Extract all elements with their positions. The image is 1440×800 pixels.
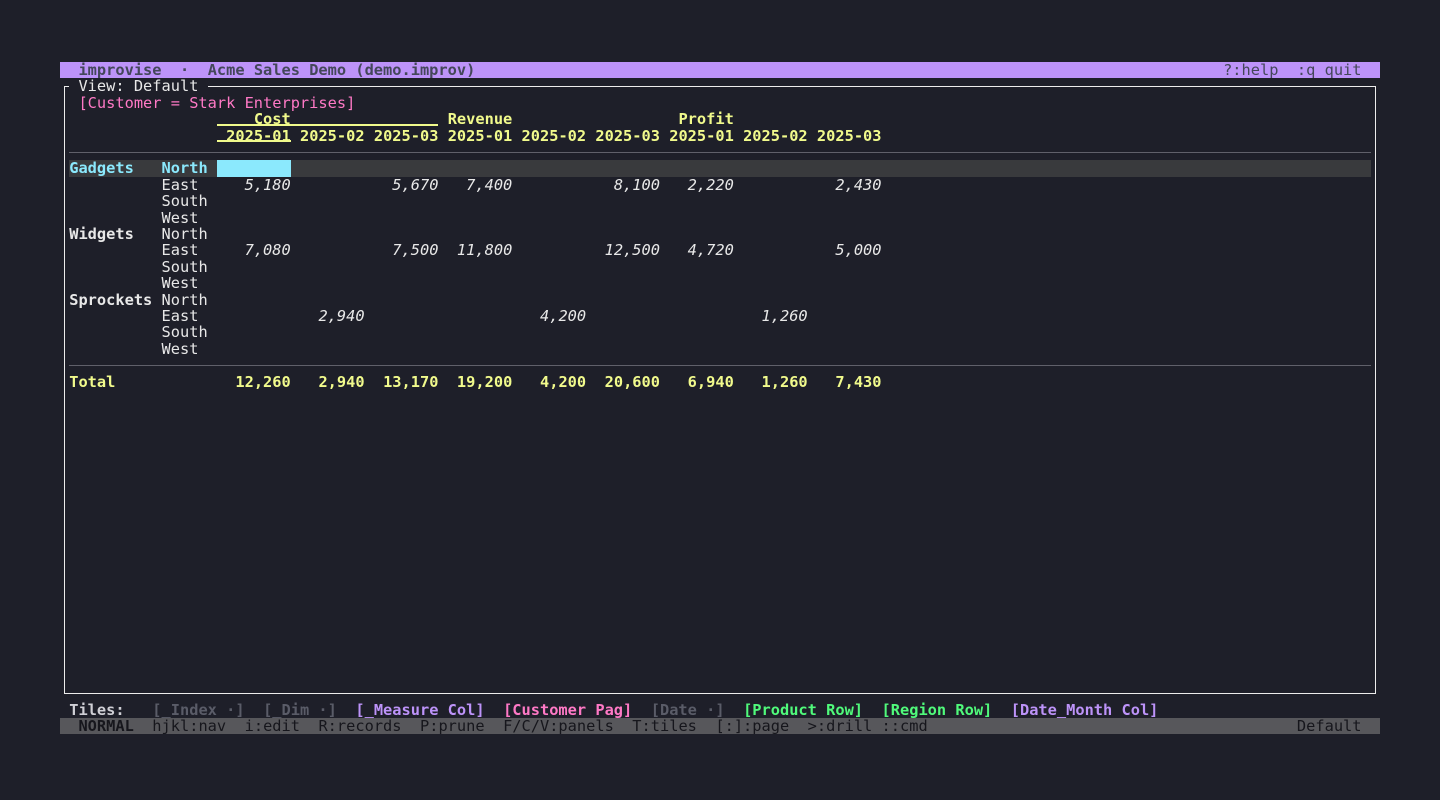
cell-value[interactable]: 11,800 bbox=[448, 242, 513, 258]
terminal-screen: { "colors": { "background": "#1e1f29", "… bbox=[0, 0, 1440, 800]
status-hint: P:prune bbox=[420, 718, 485, 734]
cell-value[interactable]: 1,260 bbox=[743, 308, 808, 324]
header-separator bbox=[69, 152, 1371, 153]
product-label[interactable]: Widgets bbox=[69, 226, 134, 242]
measure-group-header-revenue[interactable]: Revenue bbox=[448, 111, 513, 127]
cell-value[interactable]: 7,080 bbox=[226, 242, 291, 258]
month-header[interactable]: 2025-01 bbox=[669, 128, 734, 144]
tile-index[interactable]: [_Index ·] bbox=[152, 702, 244, 718]
total-separator bbox=[69, 365, 1371, 366]
app-name: improvise bbox=[78, 62, 161, 78]
region-label[interactable]: North bbox=[162, 292, 208, 308]
product-label[interactable]: Gadgets bbox=[69, 160, 134, 176]
region-label[interactable]: South bbox=[162, 324, 208, 340]
status-right: Default bbox=[1297, 718, 1362, 734]
tile-dim[interactable]: [_Dim ·] bbox=[263, 702, 337, 718]
measure-group-header-cost[interactable]: Cost bbox=[226, 111, 291, 127]
status-hint: [:]:page bbox=[715, 718, 789, 734]
help-hint[interactable]: ?:help bbox=[1223, 62, 1278, 78]
cell-value[interactable]: 7,500 bbox=[374, 242, 439, 258]
document-title: Acme Sales Demo (demo.improv) bbox=[208, 62, 476, 78]
cursor-cell[interactable] bbox=[217, 160, 291, 176]
status-hint: R:records bbox=[318, 718, 401, 734]
tile-date[interactable]: [Date ·] bbox=[651, 702, 725, 718]
region-label[interactable]: South bbox=[162, 193, 208, 209]
quit-hint[interactable]: :q quit bbox=[1297, 62, 1362, 78]
region-label[interactable]: East bbox=[162, 308, 199, 324]
month-header[interactable]: 2025-03 bbox=[595, 128, 660, 144]
cell-value[interactable]: 5,000 bbox=[817, 242, 882, 258]
month-header[interactable]: 2025-03 bbox=[817, 128, 882, 144]
cell-value[interactable]: 2,220 bbox=[669, 177, 734, 193]
cell-value[interactable]: 8,100 bbox=[595, 177, 660, 193]
status-hint: >:drill bbox=[808, 718, 873, 734]
region-label[interactable]: West bbox=[162, 341, 199, 357]
status-hint: ::cmd bbox=[882, 718, 928, 734]
total-value: 1,260 bbox=[743, 374, 808, 390]
region-label[interactable]: West bbox=[162, 275, 199, 291]
region-label[interactable]: North bbox=[162, 226, 208, 242]
tile-datemonthcol[interactable]: [Date_Month Col] bbox=[1011, 702, 1159, 718]
cell-value[interactable]: 5,670 bbox=[374, 177, 439, 193]
cell-value[interactable]: 5,180 bbox=[226, 177, 291, 193]
total-value: 19,200 bbox=[448, 374, 513, 390]
tiles-label: Tiles: bbox=[69, 702, 124, 718]
tile-measurecol[interactable]: [_Measure Col] bbox=[355, 702, 484, 718]
month-header[interactable]: 2025-02 bbox=[300, 128, 365, 144]
total-value: 7,430 bbox=[817, 374, 882, 390]
total-value: 13,170 bbox=[374, 374, 439, 390]
month-header[interactable]: 2025-03 bbox=[374, 128, 439, 144]
product-label[interactable]: Sprockets bbox=[69, 292, 152, 308]
cell-value[interactable]: 4,720 bbox=[669, 242, 734, 258]
region-label[interactable]: North bbox=[162, 160, 208, 176]
month-header[interactable]: 2025-01 bbox=[226, 128, 291, 144]
status-hint: i:edit bbox=[245, 718, 300, 734]
month-header[interactable]: 2025-02 bbox=[743, 128, 808, 144]
total-label: Total bbox=[69, 374, 115, 390]
title-separator-dot: · bbox=[180, 62, 189, 78]
total-value: 4,200 bbox=[522, 374, 587, 390]
cell-value[interactable]: 2,940 bbox=[300, 308, 365, 324]
tile-regionrow[interactable]: [Region Row] bbox=[882, 702, 993, 718]
status-hint: F/C/V:panels bbox=[503, 718, 614, 734]
status-hint: hjkl:nav bbox=[152, 718, 226, 734]
status-hint: T:tiles bbox=[632, 718, 697, 734]
view-label: View: Default bbox=[78, 78, 198, 94]
cell-value[interactable]: 2,430 bbox=[817, 177, 882, 193]
region-label[interactable]: East bbox=[162, 242, 199, 258]
total-value: 2,940 bbox=[300, 374, 365, 390]
total-value: 12,260 bbox=[226, 374, 291, 390]
cell-value[interactable]: 12,500 bbox=[595, 242, 660, 258]
total-value: 6,940 bbox=[669, 374, 734, 390]
region-label[interactable]: East bbox=[162, 177, 199, 193]
filter-chip[interactable]: [Customer = Stark Enterprises] bbox=[78, 95, 355, 111]
tile-customerpag[interactable]: [Customer Pag] bbox=[503, 702, 632, 718]
cell-value[interactable]: 7,400 bbox=[448, 177, 513, 193]
cell-value[interactable]: 4,200 bbox=[522, 308, 587, 324]
region-label[interactable]: South bbox=[162, 259, 208, 275]
region-label[interactable]: West bbox=[162, 210, 199, 226]
mode-indicator: NORMAL bbox=[78, 718, 133, 734]
month-header[interactable]: 2025-02 bbox=[522, 128, 587, 144]
tile-productrow[interactable]: [Product Row] bbox=[743, 702, 863, 718]
month-header[interactable]: 2025-01 bbox=[448, 128, 513, 144]
measure-group-header-profit[interactable]: Profit bbox=[669, 111, 734, 127]
total-value: 20,600 bbox=[595, 374, 660, 390]
